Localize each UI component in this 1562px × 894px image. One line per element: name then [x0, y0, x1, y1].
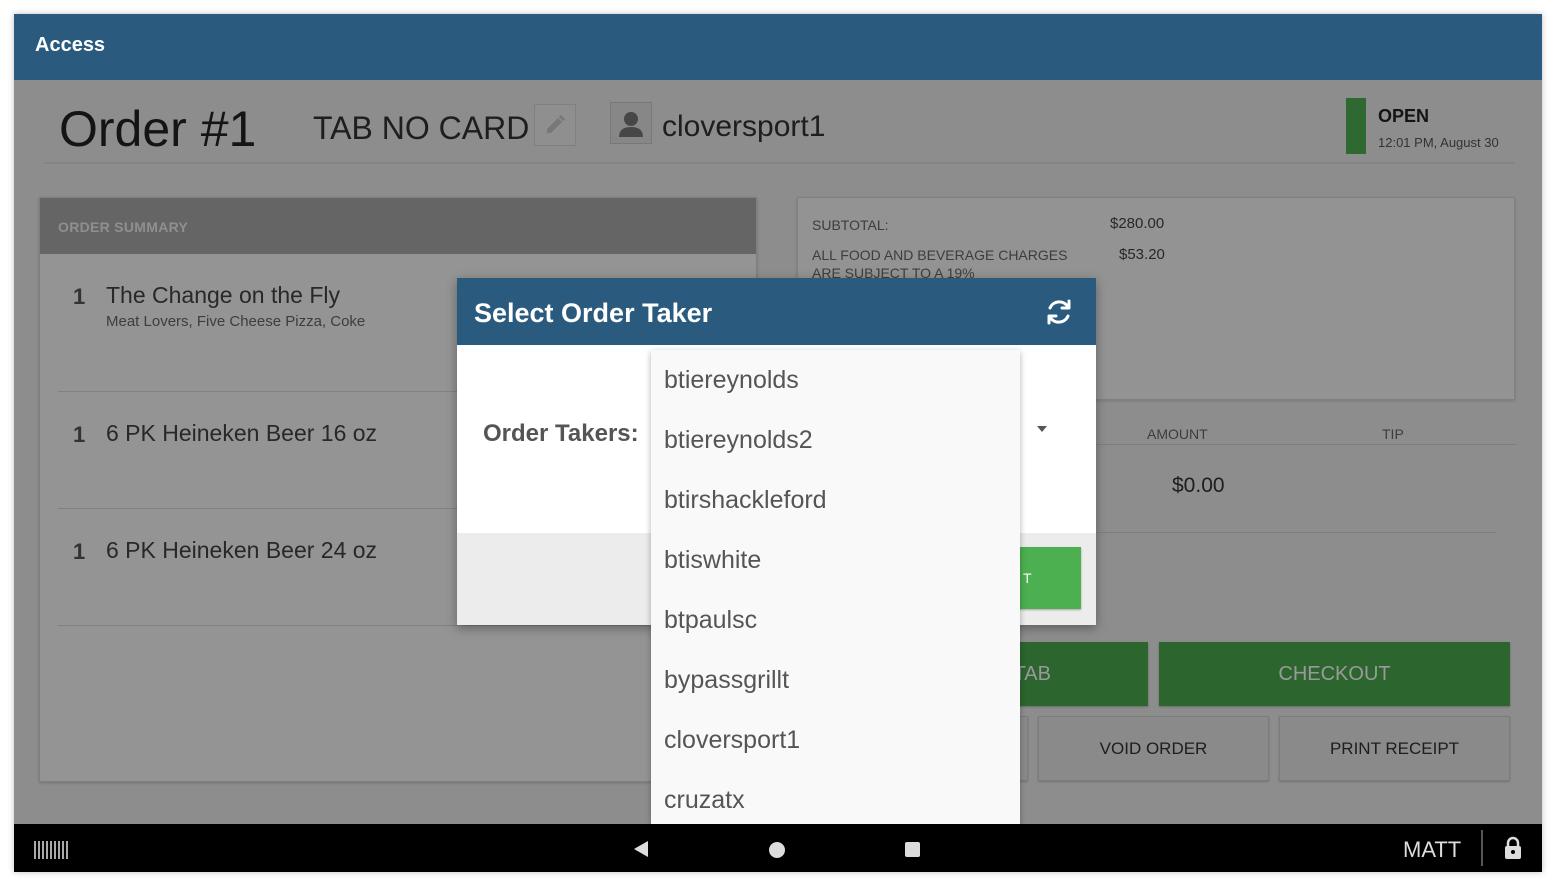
- refresh-icon: [1047, 299, 1071, 325]
- back-icon[interactable]: [634, 841, 648, 857]
- system-nav-bar: MATT: [14, 824, 1542, 872]
- dropdown-option[interactable]: cloversport1: [651, 710, 1020, 770]
- refresh-button[interactable]: [1042, 295, 1076, 329]
- dialog-header: Select Order Taker: [457, 278, 1096, 345]
- lock-button[interactable]: [1501, 836, 1525, 860]
- dialog-confirm-label: T: [1023, 570, 1032, 586]
- app-title: Access: [35, 34, 106, 56]
- nav-user-name[interactable]: MATT: [1403, 837, 1461, 863]
- dropdown-option[interactable]: btiereynolds2: [651, 410, 1020, 470]
- order-takers-label: Order Takers:: [483, 420, 639, 447]
- home-icon[interactable]: [769, 842, 785, 858]
- dialog-title: Select Order Taker: [474, 298, 713, 328]
- nav-separator: [1481, 830, 1483, 866]
- recents-icon[interactable]: [905, 842, 920, 857]
- dropdown-option[interactable]: btirshackleford: [651, 470, 1020, 530]
- device-screen: Access Order #1 TAB NO CARD cloversport1…: [14, 14, 1542, 872]
- app-bar: Access: [14, 14, 1542, 80]
- dropdown-option[interactable]: btiereynolds: [651, 350, 1020, 410]
- dialog-confirm-button[interactable]: T: [1017, 547, 1081, 609]
- dropdown-option[interactable]: cruzatx: [651, 770, 1020, 824]
- dropdown-option[interactable]: bypassgrillt: [651, 650, 1020, 710]
- dropdown-arrow-icon[interactable]: [1037, 426, 1047, 432]
- dropdown-option[interactable]: btpaulsc: [651, 590, 1020, 650]
- barcode-icon[interactable]: [34, 841, 68, 859]
- order-taker-dropdown[interactable]: btiereynolds btiereynolds2 btirshacklefo…: [651, 350, 1020, 824]
- dropdown-option[interactable]: btiswhite: [651, 530, 1020, 590]
- lock-icon: [1505, 836, 1521, 859]
